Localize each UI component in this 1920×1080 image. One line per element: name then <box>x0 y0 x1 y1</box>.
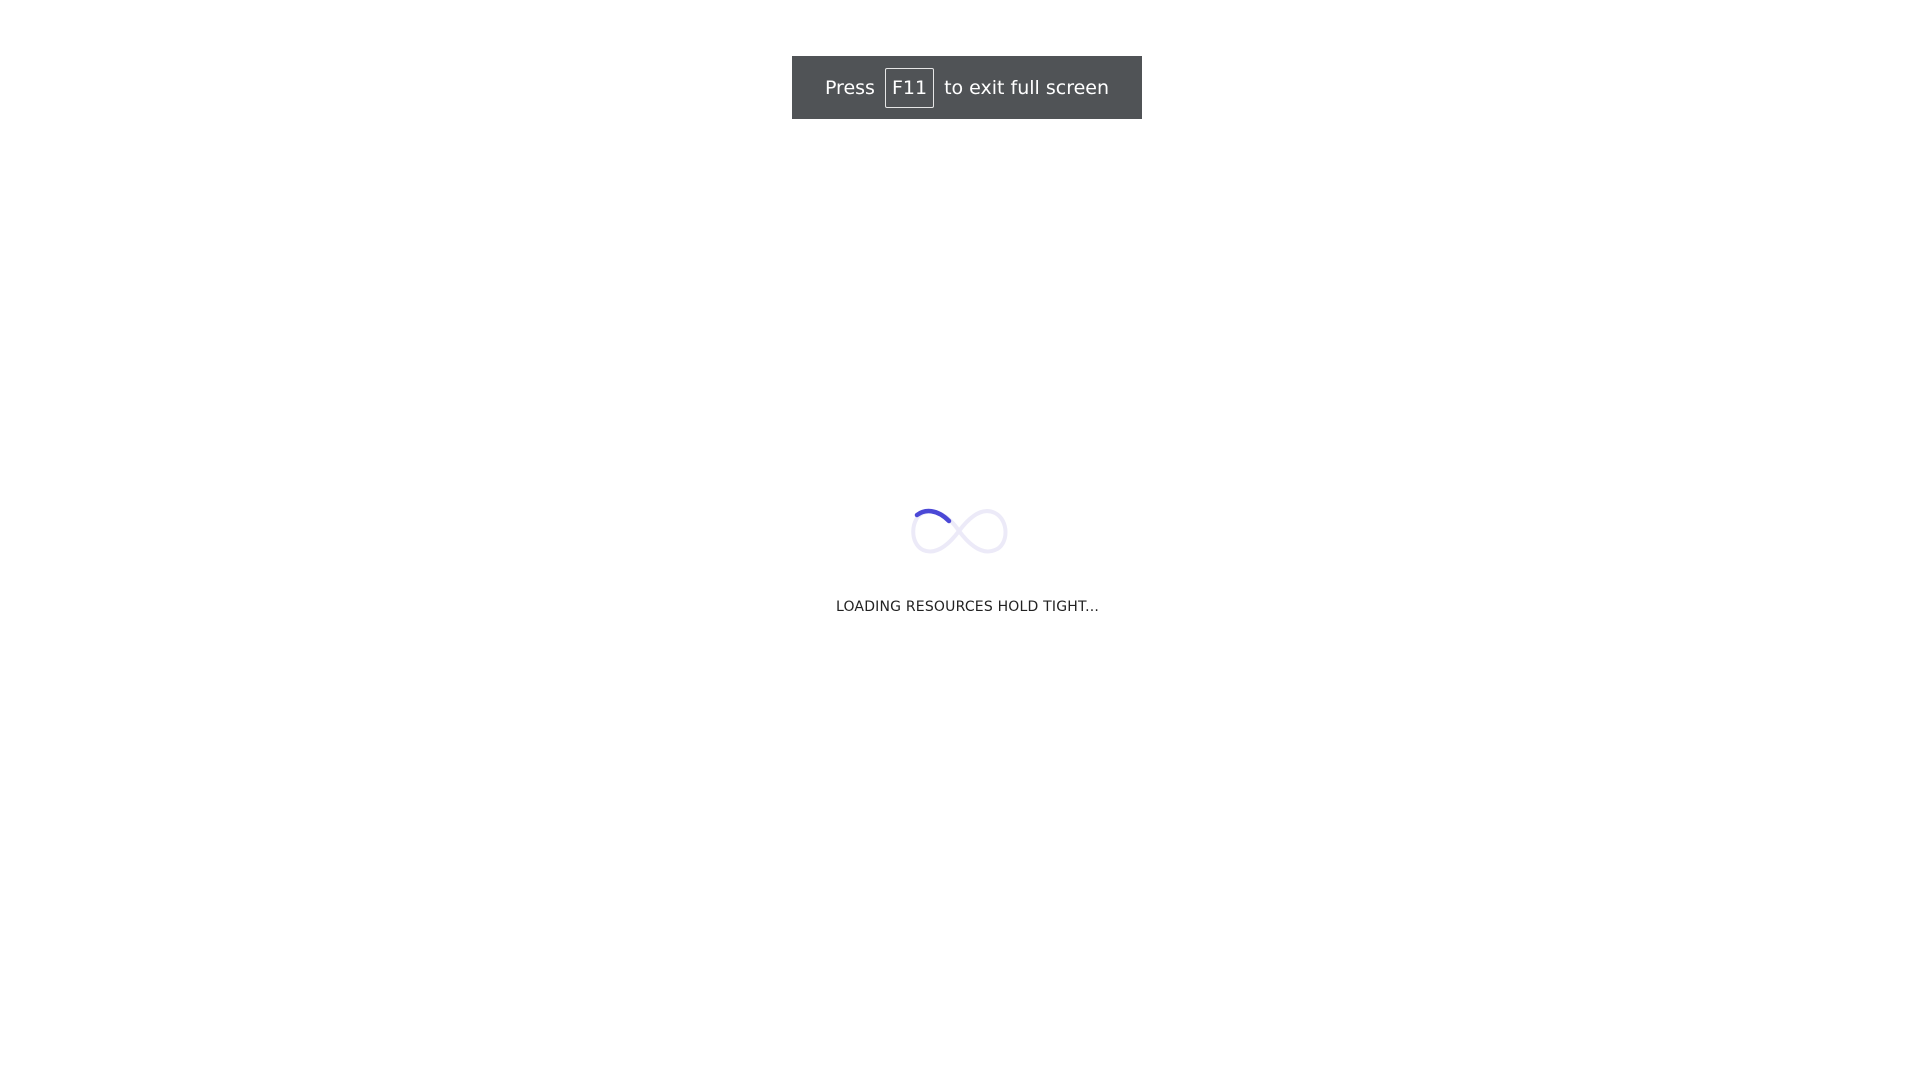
loader-track <box>911 509 1008 554</box>
notice-prefix: Press <box>824 76 875 99</box>
f11-key-badge: F11 <box>884 67 935 108</box>
fullscreen-exit-notice: Press F11 to exit full screen <box>792 56 1142 119</box>
notice-suffix: to exit full screen <box>944 76 1110 99</box>
infinity-spinner-icon <box>911 508 1008 554</box>
loader-progress-arc <box>914 508 952 524</box>
loading-message: LOADING RESOURCES HOLD TIGHT... <box>835 599 1100 615</box>
page: Press F11 to exit full screen LOADING RE… <box>0 0 1920 1080</box>
